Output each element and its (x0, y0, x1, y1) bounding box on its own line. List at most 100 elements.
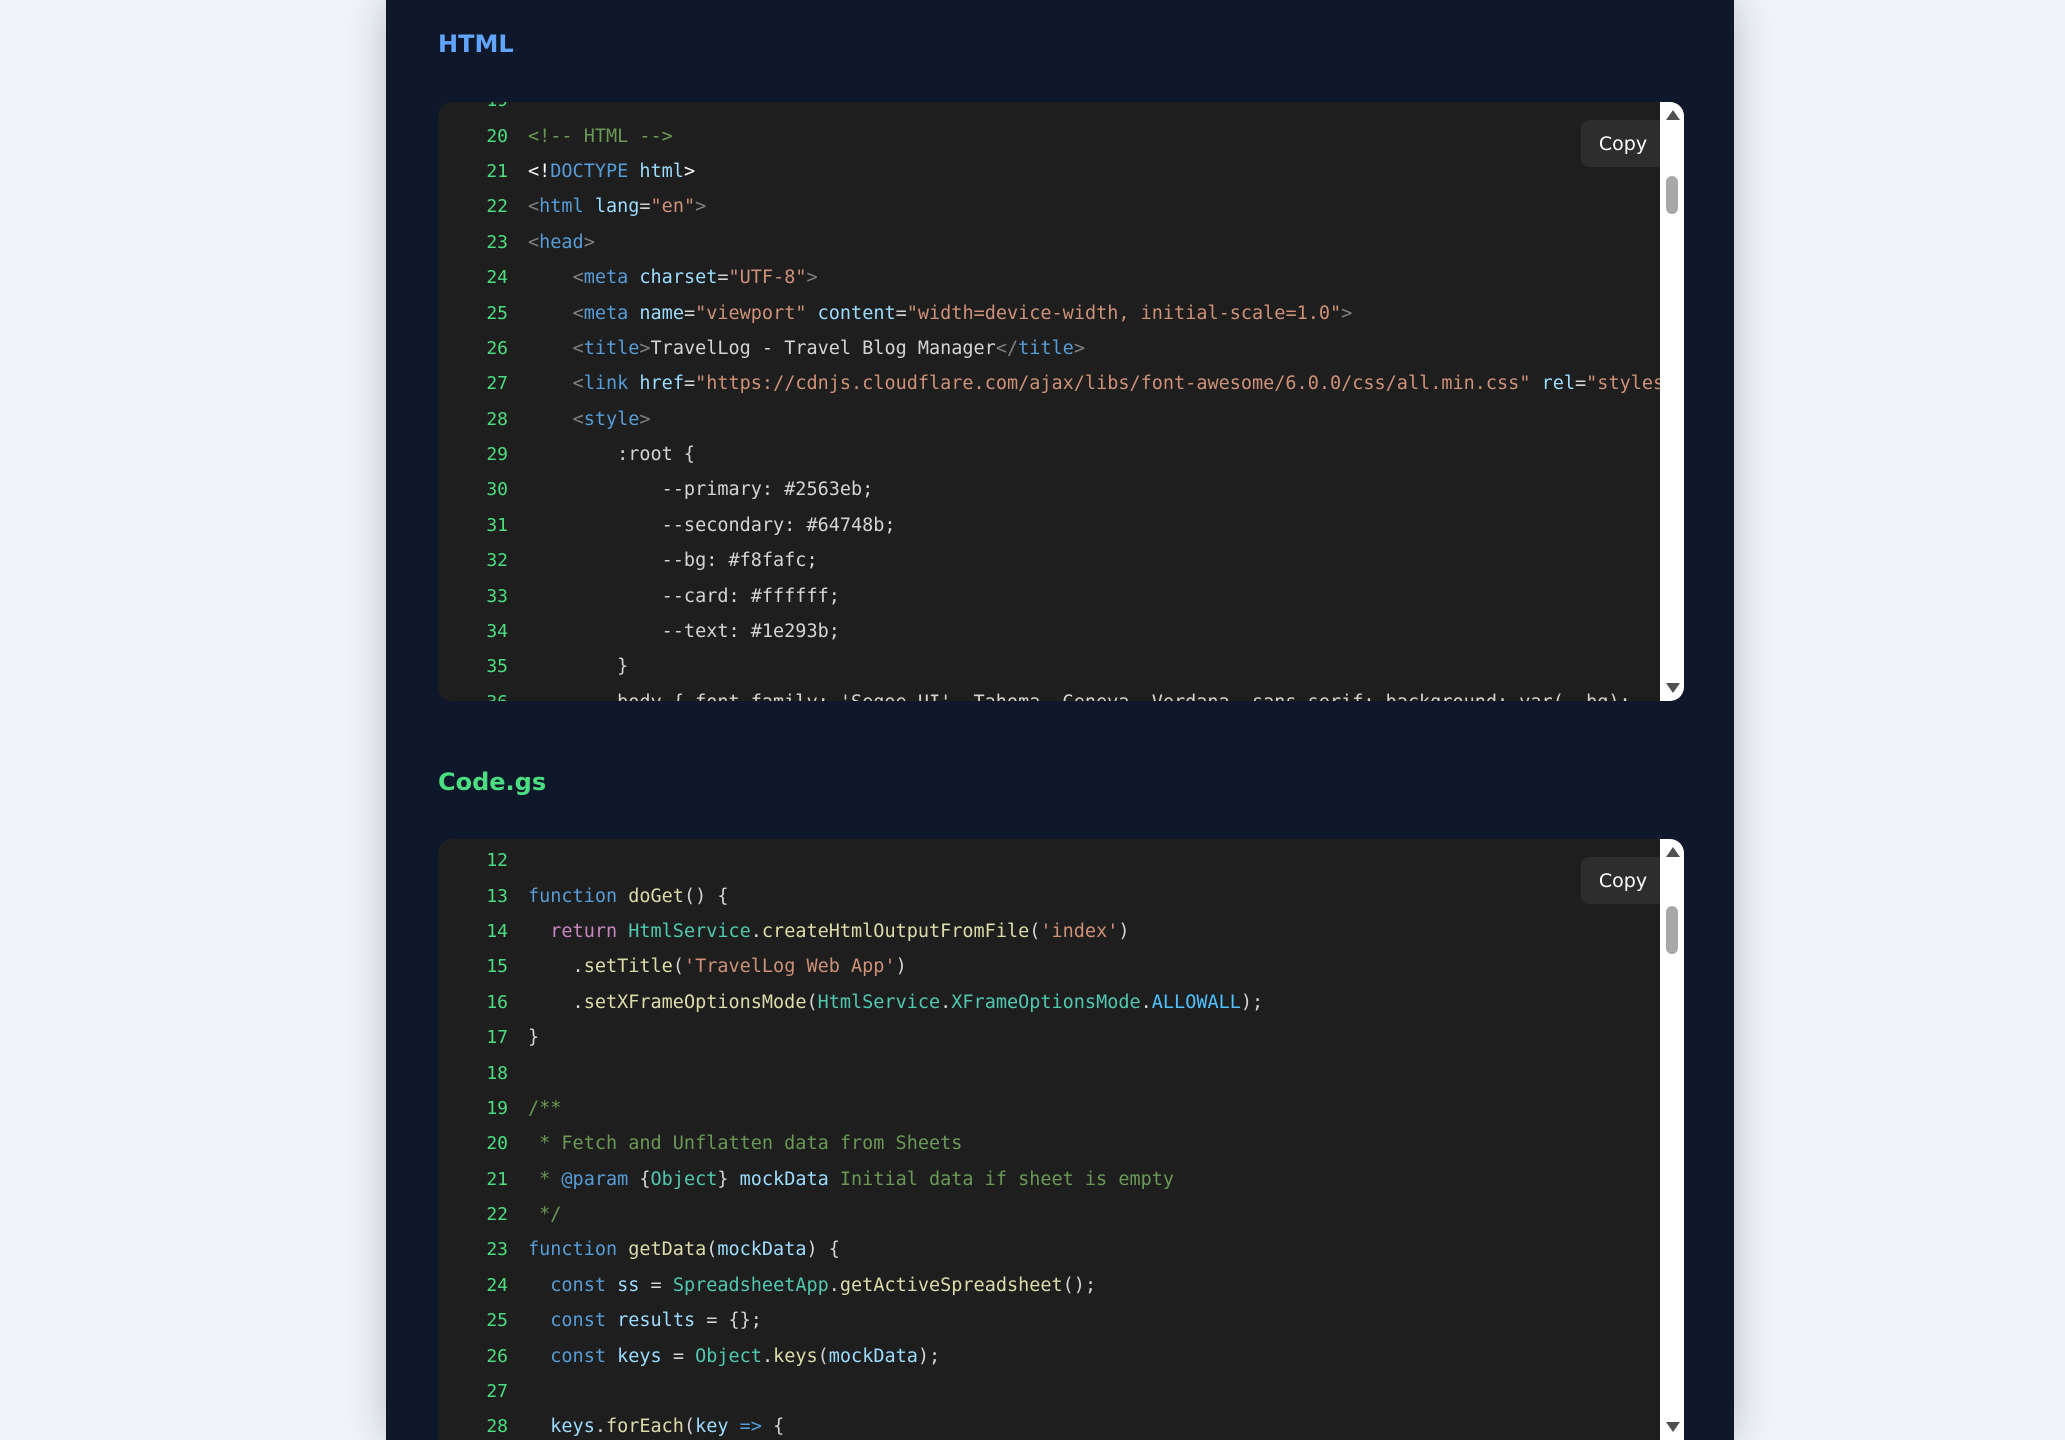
code-text: --secondary: #64748b; (528, 515, 896, 536)
code-token: </ (995, 337, 1019, 359)
code-text: --card: #ffffff; (528, 586, 840, 607)
code-token: "en" (650, 196, 696, 218)
code-line: 22 */ (438, 1197, 1660, 1232)
scrollbar-thumb[interactable] (1666, 176, 1678, 214)
scroll-up-arrow-icon[interactable] (1666, 847, 1680, 857)
code-line: 24 <meta charset="UTF-8"> (438, 260, 1660, 295)
code-line: 12 (438, 843, 1660, 878)
code-token: style (583, 408, 640, 430)
code-line: 30 --primary: #2563eb; (438, 472, 1660, 507)
code-line: 15 .setTitle('TravelLog Web App') (438, 949, 1660, 984)
code-token: /** (528, 1097, 562, 1119)
code-block-html: 1920<!-- HTML -->21<!DOCTYPE html>22<htm… (438, 102, 1684, 701)
line-number: 12 (486, 850, 508, 872)
code-viewport[interactable]: 12 13 function doGet() {14 return HtmlServ… (438, 839, 1660, 1440)
code-token: ( (683, 1416, 696, 1438)
code-text: <html lang="en"> (528, 196, 706, 217)
code-token: < (528, 231, 540, 253)
code-token: > (1073, 337, 1085, 359)
code-line: 13 function doGet() { (438, 878, 1660, 913)
code-token: = (1575, 373, 1587, 395)
code-line: 36 body { font-family: 'Segoe UI', Tahom… (438, 685, 1660, 701)
code-token: > (806, 267, 818, 289)
code-line: 21 * @param {Object} mockData Initial da… (438, 1162, 1660, 1197)
code-token: --card: #ffffff; (528, 585, 840, 607)
code-viewport[interactable]: 1920<!-- HTML -->21<!DOCTYPE html>22<htm… (438, 102, 1660, 701)
code-token: = (683, 373, 696, 395)
code-text: function getData(mockData) { (528, 1239, 840, 1260)
code-line: 26 const keys = Object.keys(mockData); (438, 1338, 1660, 1373)
code-token: Object (650, 1168, 718, 1190)
code-token: } (528, 1027, 540, 1049)
code-text: /** (528, 1098, 561, 1119)
code-token: HtmlService (628, 920, 751, 942)
code-token: "stylesheet" (1586, 373, 1660, 395)
line-number: 19 (486, 1097, 508, 1119)
line-number: 19 (438, 102, 528, 111)
line-number: 31 (486, 514, 508, 536)
code-token: key (695, 1416, 729, 1438)
scroll-up-arrow-icon[interactable] (1666, 110, 1680, 120)
code-text: keys.forEach(key => { (528, 1416, 784, 1437)
code-token: const (550, 1310, 606, 1332)
code-token: const (550, 1274, 606, 1296)
code-line: 35 } (438, 649, 1660, 684)
line-number: 21 (486, 1168, 508, 1190)
code-token: results (617, 1310, 696, 1332)
code-token: Initial data if sheet is empty (828, 1168, 1175, 1190)
code-token: < (572, 337, 584, 359)
code-token: mockData (828, 1345, 918, 1367)
code-token: ) (895, 956, 907, 978)
code-line: 28 <style> (438, 402, 1660, 437)
code-text: <!DOCTYPE html> (528, 161, 695, 182)
code-token: @param (561, 1168, 629, 1190)
code-token: head (539, 231, 584, 253)
code-token: TravelLog - Travel Blog Manager (650, 337, 996, 359)
code-text: --text: #1e293b; (528, 621, 840, 642)
line-number: 28 (486, 1416, 508, 1438)
section-title-html: HTML (438, 30, 514, 58)
code-token: "viewport" (695, 302, 807, 324)
code-text: <meta name="viewport" content="width=dev… (528, 302, 1353, 324)
code-token: "https://cdnjs.cloudflare.com/ajax/libs/… (695, 373, 1531, 395)
code-token: . (528, 991, 584, 1013)
code-text: const ss = SpreadsheetApp.getActiveSprea… (528, 1275, 1096, 1296)
scrollbar-thumb[interactable] (1666, 906, 1678, 954)
code-text: * Fetch and Unflatten data from Sheets (528, 1133, 962, 1154)
line-number: 26 (486, 337, 508, 359)
scroll-down-arrow-icon[interactable] (1666, 683, 1680, 693)
code-token: "UTF-8" (728, 267, 807, 289)
code-text: <head> (528, 232, 595, 253)
code-token: > (639, 408, 651, 430)
code-token: body { font-family: 'Segoe UI', Tahoma, … (528, 692, 1631, 701)
scrollbar[interactable] (1660, 839, 1684, 1440)
code-token: mockData (739, 1168, 829, 1190)
code-token: return (550, 920, 618, 942)
code-token: = (717, 267, 729, 289)
code-token: ( (1029, 920, 1041, 942)
code-text: --bg: #f8fafc; (528, 550, 818, 571)
code-token: . (761, 1345, 774, 1367)
line-number: 20 (486, 125, 508, 147)
code-lines: 1920<!-- HTML -->21<!DOCTYPE html>22<htm… (438, 102, 1660, 701)
code-line: 26 <title>TravelLog - Travel Blog Manage… (438, 331, 1660, 366)
code-token: html (539, 196, 584, 218)
code-line: 20 * Fetch and Unflatten data from Sheet… (438, 1126, 1660, 1161)
scroll-down-arrow-icon[interactable] (1666, 1422, 1680, 1432)
code-token: < (572, 267, 584, 289)
copy-button[interactable]: Copy (1581, 120, 1665, 167)
line-number: 27 (486, 1381, 508, 1403)
code-token: <! (528, 160, 551, 182)
line-number: 30 (486, 479, 508, 501)
code-text: .setXFrameOptionsMode(HtmlService.XFrame… (528, 991, 1264, 1013)
scrollbar[interactable] (1660, 102, 1684, 701)
copy-button[interactable]: Copy (1581, 857, 1665, 904)
